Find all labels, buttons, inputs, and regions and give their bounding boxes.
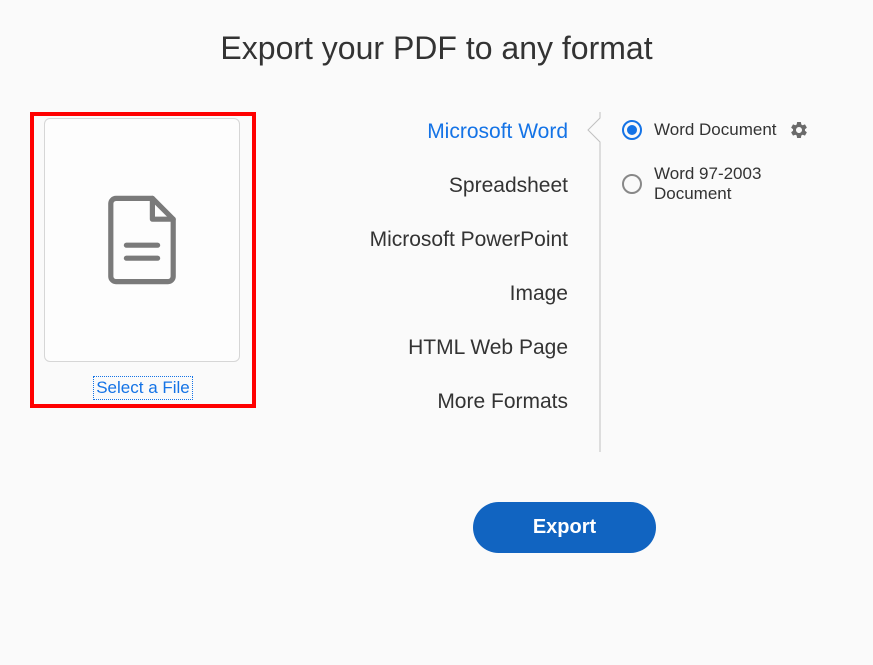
page-title: Export your PDF to any format <box>30 30 843 67</box>
format-options: Word Document Word 97-2003 Document <box>616 112 843 442</box>
option-label: Word 97-2003 Document <box>654 164 843 204</box>
format-html[interactable]: HTML Web Page <box>286 336 586 360</box>
format-microsoft-word[interactable]: Microsoft Word <box>286 120 586 144</box>
option-word-document[interactable]: Word Document <box>622 120 843 140</box>
option-word-97-2003[interactable]: Word 97-2003 Document <box>622 164 843 204</box>
format-more[interactable]: More Formats <box>286 390 586 414</box>
format-spreadsheet[interactable]: Spreadsheet <box>286 174 586 198</box>
format-powerpoint[interactable]: Microsoft PowerPoint <box>286 228 586 252</box>
document-icon <box>103 193 181 287</box>
radio-icon <box>622 120 642 140</box>
file-drop-area[interactable] <box>44 118 240 362</box>
format-divider <box>586 112 616 442</box>
select-file-link[interactable]: Select a File <box>93 376 193 400</box>
format-image[interactable]: Image <box>286 282 586 306</box>
option-label: Word Document <box>654 120 777 140</box>
gear-icon[interactable] <box>789 120 809 140</box>
file-drop-panel: Select a File <box>30 112 256 408</box>
export-button[interactable]: Export <box>473 502 656 553</box>
radio-icon <box>622 174 642 194</box>
format-list: Microsoft Word Spreadsheet Microsoft Pow… <box>286 112 586 442</box>
